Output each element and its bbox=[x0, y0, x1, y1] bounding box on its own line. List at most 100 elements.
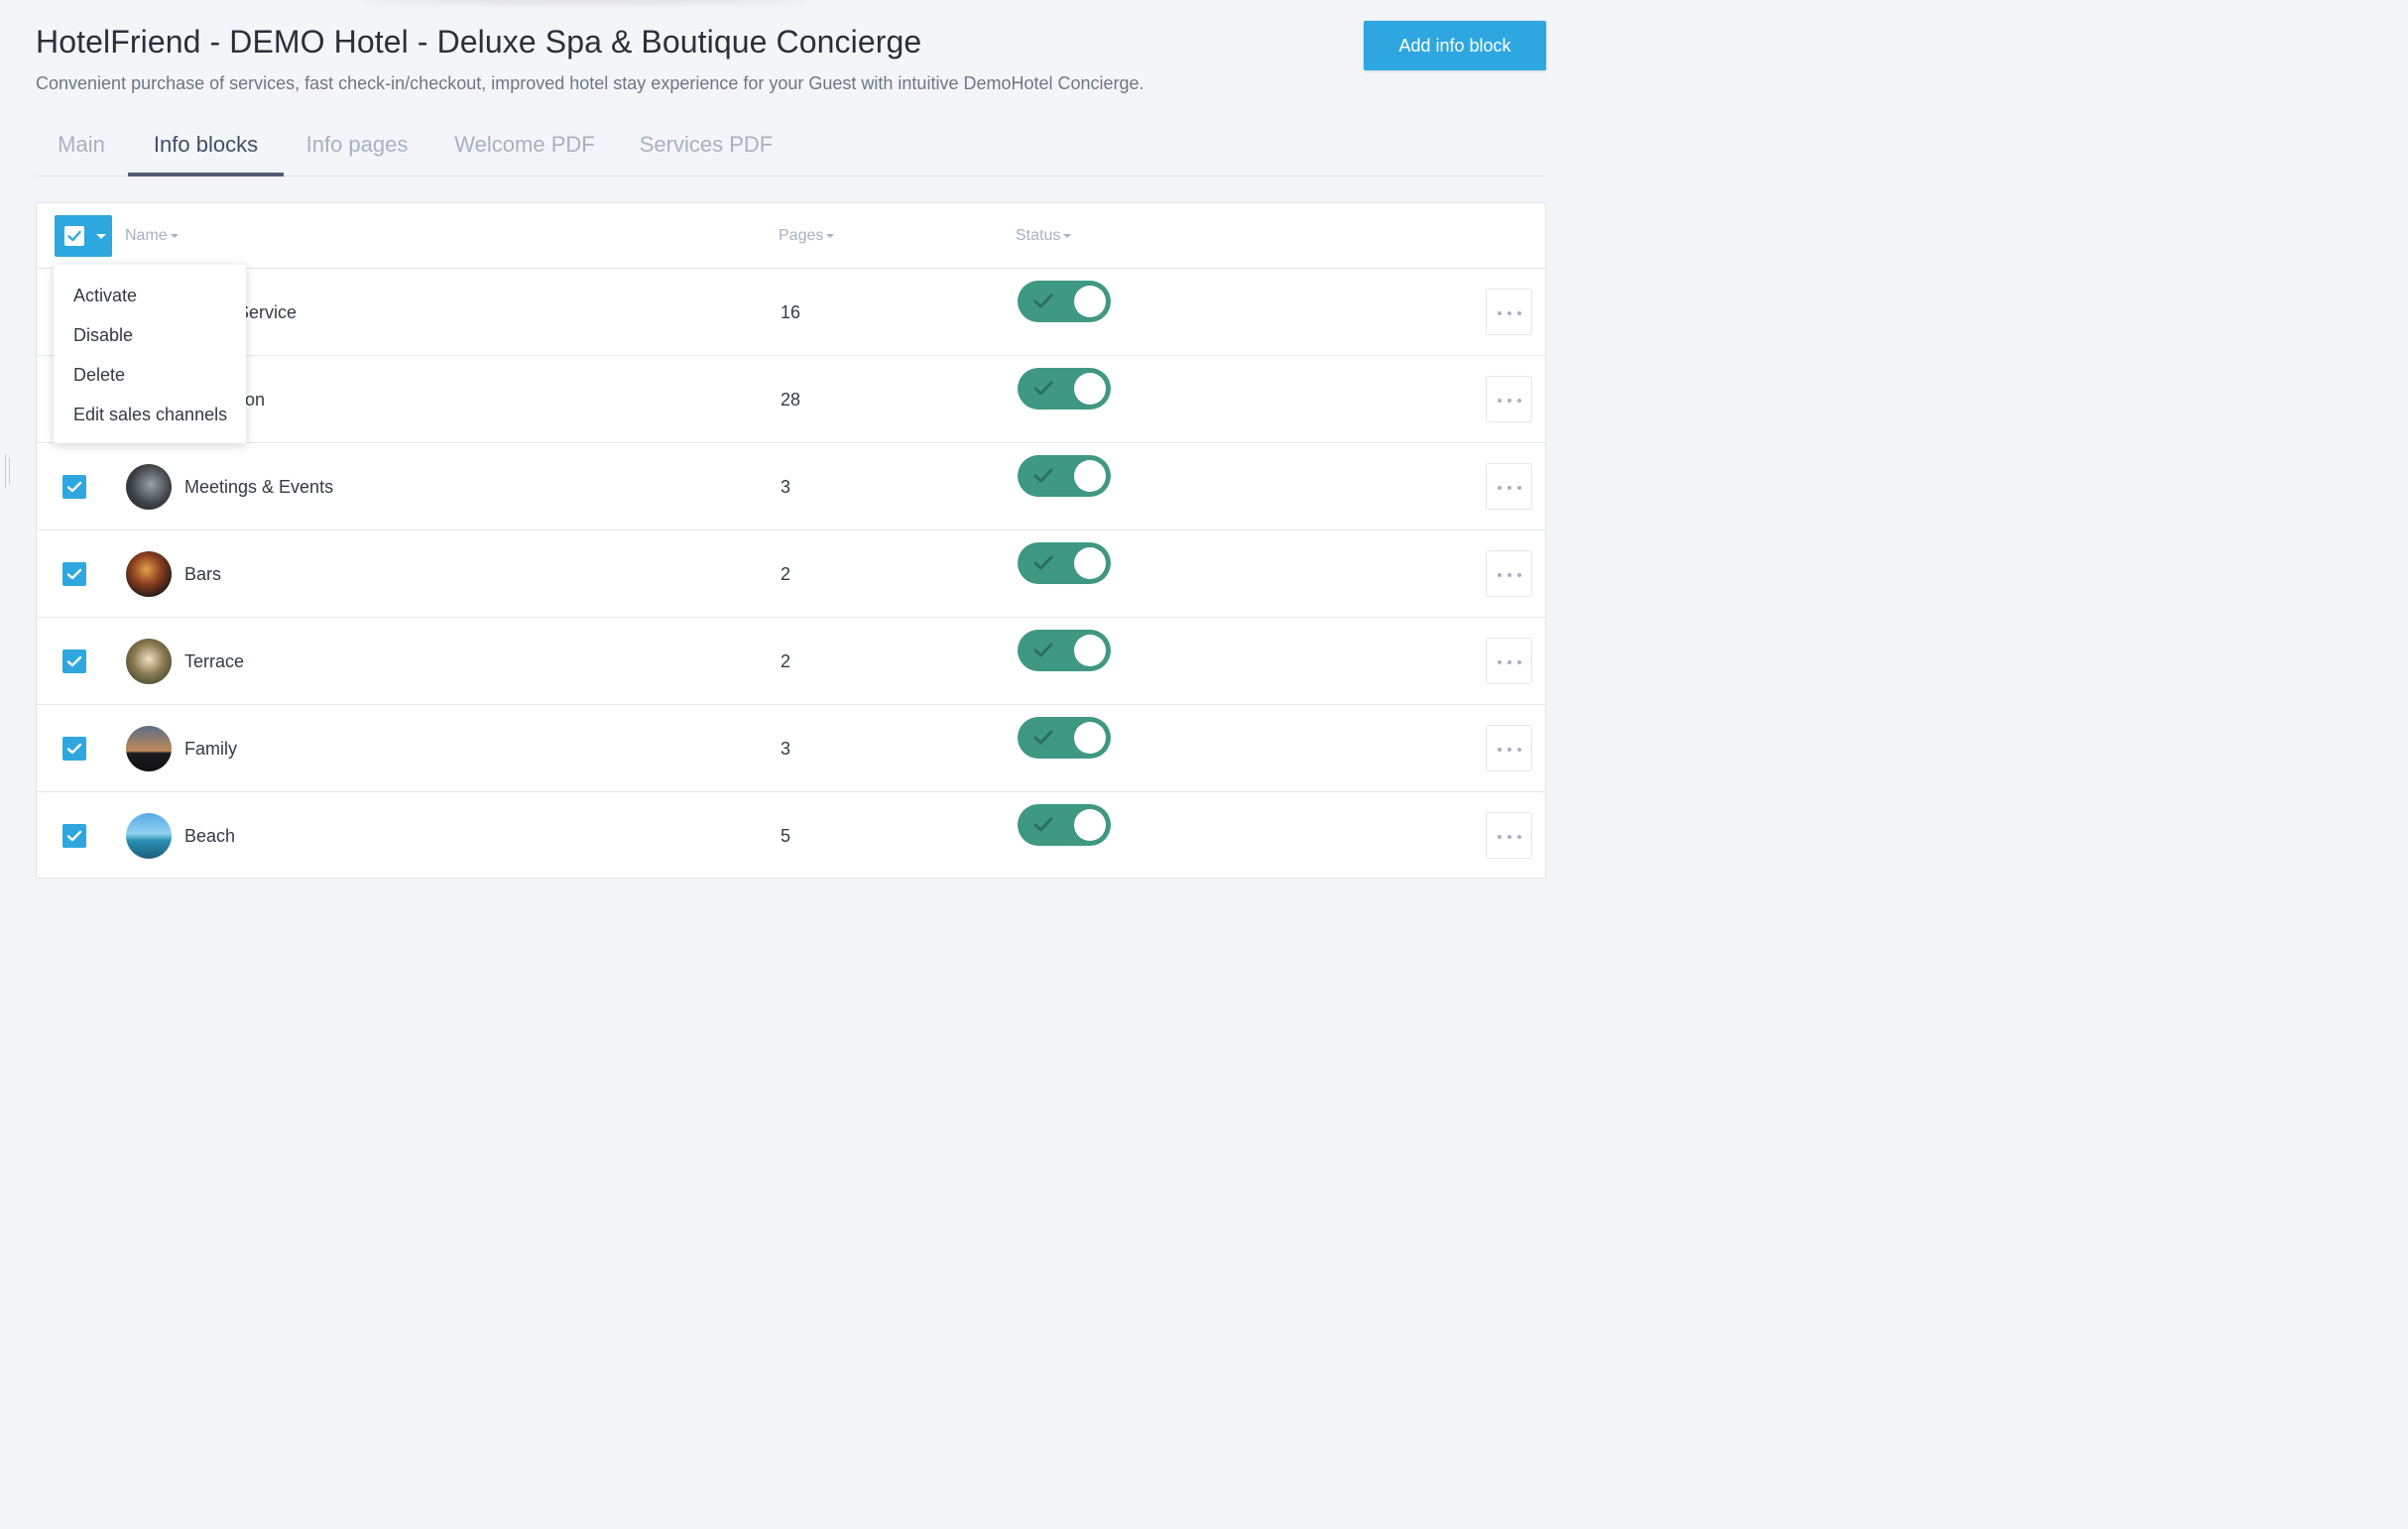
row-actions-button[interactable] bbox=[1486, 812, 1532, 859]
table-row[interactable]: Bars 2 bbox=[37, 530, 1545, 618]
row-thumbnail bbox=[126, 464, 172, 510]
resize-handle-line bbox=[9, 458, 10, 484]
tab-services-pdf[interactable]: Services PDF bbox=[619, 115, 793, 176]
row-name: Terrace bbox=[184, 651, 245, 671]
status-toggle[interactable] bbox=[1018, 281, 1111, 322]
row-actions-button[interactable] bbox=[1486, 638, 1532, 684]
row-name: Bars bbox=[184, 564, 222, 584]
tab-main[interactable]: Main bbox=[36, 115, 127, 176]
status-toggle[interactable] bbox=[1018, 455, 1111, 497]
row-name: Beach bbox=[184, 826, 236, 846]
toggle-knob bbox=[1074, 635, 1106, 666]
row-actions-button[interactable] bbox=[1486, 376, 1532, 422]
row-thumbnail bbox=[126, 639, 172, 684]
row-checkbox[interactable] bbox=[62, 824, 86, 848]
table-header: Name Pages Status bbox=[37, 203, 1545, 269]
checkmark-icon bbox=[66, 743, 82, 755]
ellipsis-icon bbox=[1498, 399, 1521, 403]
table-row[interactable]: Family 3 bbox=[37, 705, 1545, 792]
ellipsis-icon bbox=[1498, 311, 1521, 315]
table-row[interactable]: Room Service 16 bbox=[37, 269, 1545, 356]
checkmark-icon bbox=[66, 655, 82, 667]
toggle-knob bbox=[1074, 460, 1106, 492]
ellipsis-icon bbox=[1498, 660, 1521, 664]
tab-info-pages[interactable]: Info pages bbox=[284, 115, 430, 176]
table-row[interactable]: Meetings & Events 3 bbox=[37, 443, 1545, 530]
row-checkbox[interactable] bbox=[62, 649, 86, 673]
row-checkbox[interactable] bbox=[62, 475, 86, 499]
info-blocks-table: Name Pages Status Room Service 16 Recept… bbox=[36, 202, 1546, 879]
row-pages: 2 bbox=[781, 651, 791, 671]
menu-item-activate[interactable]: Activate bbox=[54, 276, 246, 315]
checkmark-icon bbox=[66, 568, 82, 580]
menu-item-edit-sales-channels[interactable]: Edit sales channels bbox=[54, 395, 246, 434]
sort-caret-icon bbox=[826, 233, 835, 238]
check-icon bbox=[1033, 555, 1053, 570]
row-pages: 3 bbox=[781, 739, 791, 759]
table-row[interactable]: Terrace 2 bbox=[37, 618, 1545, 705]
check-icon bbox=[1033, 643, 1053, 657]
toggle-knob bbox=[1074, 286, 1106, 317]
row-thumbnail bbox=[126, 813, 172, 859]
status-toggle[interactable] bbox=[1018, 542, 1111, 584]
ellipsis-icon bbox=[1498, 486, 1521, 490]
tab-welcome-pdf[interactable]: Welcome PDF bbox=[432, 115, 617, 176]
status-toggle[interactable] bbox=[1018, 630, 1111, 671]
page-title: HotelFriend - DEMO Hotel - Deluxe Spa & … bbox=[36, 24, 922, 59]
resize-handle[interactable] bbox=[5, 454, 6, 488]
column-pages-label: Pages bbox=[779, 227, 824, 244]
row-actions-button[interactable] bbox=[1486, 725, 1532, 771]
ellipsis-icon bbox=[1498, 835, 1521, 839]
row-checkbox[interactable] bbox=[62, 562, 86, 586]
check-icon bbox=[1033, 294, 1053, 308]
add-info-block-button[interactable]: Add info block bbox=[1364, 21, 1546, 70]
check-icon bbox=[1033, 730, 1053, 745]
row-name: Meetings & Events bbox=[184, 477, 334, 497]
row-thumbnail bbox=[126, 726, 172, 771]
row-pages: 28 bbox=[781, 390, 801, 410]
check-icon bbox=[1033, 468, 1053, 483]
status-toggle[interactable] bbox=[1018, 804, 1111, 846]
column-name-label: Name bbox=[125, 227, 168, 244]
sort-caret-icon bbox=[1063, 233, 1072, 238]
row-pages: 2 bbox=[781, 564, 791, 584]
row-pages: 5 bbox=[781, 826, 791, 846]
tab-info-blocks[interactable]: Info blocks bbox=[128, 115, 284, 176]
select-all-checkbox[interactable] bbox=[64, 226, 84, 246]
toggle-knob bbox=[1074, 547, 1106, 579]
check-icon bbox=[1033, 381, 1053, 396]
status-toggle[interactable] bbox=[1018, 368, 1111, 410]
ellipsis-icon bbox=[1498, 573, 1521, 577]
menu-item-delete[interactable]: Delete bbox=[54, 355, 246, 395]
sort-caret-icon bbox=[170, 233, 179, 238]
row-pages: 3 bbox=[781, 477, 791, 497]
column-header-status[interactable]: Status bbox=[1016, 203, 1072, 269]
column-header-pages[interactable]: Pages bbox=[779, 203, 835, 269]
checkmark-icon bbox=[66, 830, 82, 842]
page-subtitle: Convenient purchase of services, fast ch… bbox=[36, 73, 1144, 93]
tab-bar: Main Info blocks Info pages Welcome PDF … bbox=[36, 115, 1546, 176]
table-row[interactable]: Reception 28 bbox=[37, 356, 1545, 443]
toggle-knob bbox=[1074, 722, 1106, 754]
row-actions-button[interactable] bbox=[1486, 550, 1532, 597]
caret-down-icon bbox=[96, 234, 106, 239]
checkmark-icon bbox=[67, 230, 81, 242]
ellipsis-icon bbox=[1498, 748, 1521, 752]
bulk-actions-menu: Activate Disable Delete Edit sales chann… bbox=[54, 265, 246, 443]
row-checkbox[interactable] bbox=[62, 737, 86, 761]
check-icon bbox=[1033, 817, 1053, 832]
column-status-label: Status bbox=[1016, 227, 1061, 244]
row-actions-button[interactable] bbox=[1486, 463, 1532, 510]
checkmark-icon bbox=[66, 481, 82, 493]
bulk-select-button[interactable] bbox=[55, 215, 112, 257]
column-header-name[interactable]: Name bbox=[125, 203, 179, 269]
row-name: Family bbox=[184, 739, 237, 759]
toggle-knob bbox=[1074, 373, 1106, 405]
toggle-knob bbox=[1074, 809, 1106, 841]
status-toggle[interactable] bbox=[1018, 717, 1111, 759]
row-pages: 16 bbox=[781, 302, 801, 322]
row-thumbnail bbox=[126, 551, 172, 597]
table-row[interactable]: Beach 5 bbox=[37, 792, 1545, 880]
menu-item-disable[interactable]: Disable bbox=[54, 315, 246, 355]
row-actions-button[interactable] bbox=[1486, 289, 1532, 335]
